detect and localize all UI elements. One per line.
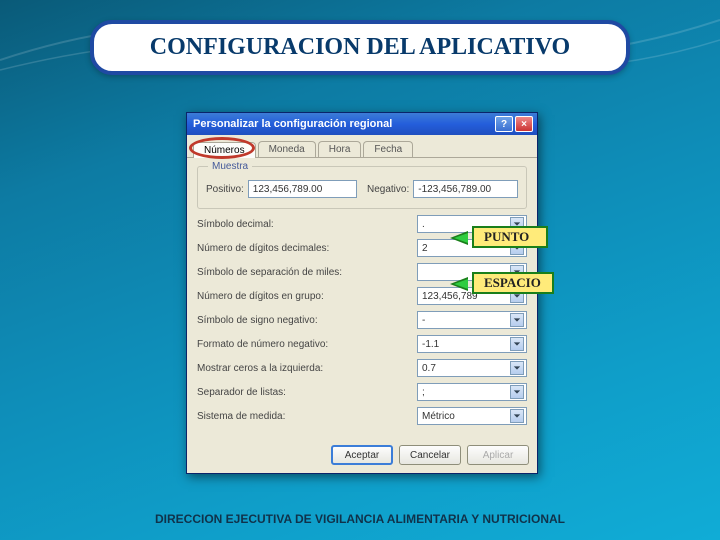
measure-system-label: Sistema de medida: (197, 411, 411, 422)
tab-pane-numeros: Muestra Positivo: 123,456,789.00 Negativ… (187, 158, 537, 437)
dialog-title-text: Personalizar la configuración regional (193, 118, 392, 130)
thousands-sep-label: Símbolo de separación de miles: (197, 267, 411, 278)
close-button[interactable]: × (515, 116, 533, 132)
tab-hora[interactable]: Hora (318, 141, 362, 157)
chevron-down-icon (510, 385, 524, 399)
arrow-icon (450, 277, 468, 291)
sample-positive-value: 123,456,789.00 (248, 180, 357, 198)
decimal-symbol-value: . (422, 219, 425, 230)
arrow-icon (450, 231, 468, 245)
slide-footer: DIRECCION EJECUTIVA DE VIGILANCIA ALIMEN… (0, 512, 720, 526)
tab-strip: Números Moneda Hora Fecha (187, 135, 537, 158)
callout-espacio: ESPACIO (472, 272, 554, 294)
measure-system-combo[interactable]: Métrico (417, 407, 527, 425)
neg-sign-label: Símbolo de signo negativo: (197, 315, 411, 326)
help-button[interactable]: ? (495, 116, 513, 132)
neg-format-label: Formato de número negativo: (197, 339, 411, 350)
chevron-down-icon (510, 313, 524, 327)
list-sep-value: ; (422, 387, 425, 398)
decimal-symbol-label: Símbolo decimal: (197, 219, 411, 230)
measure-system-value: Métrico (422, 411, 455, 422)
leading-zeros-label: Mostrar ceros a la izquierda: (197, 363, 411, 374)
tab-numeros[interactable]: Números (193, 142, 256, 158)
neg-format-combo[interactable]: -1.1 (417, 335, 527, 353)
list-sep-combo[interactable]: ; (417, 383, 527, 401)
slide-title: CONFIGURACION DEL APLICATIVO (90, 20, 630, 75)
chevron-down-icon (510, 337, 524, 351)
dialog-button-row: Aceptar Cancelar Aplicar (331, 445, 529, 465)
sample-positive-label: Positivo: (206, 184, 244, 195)
decimal-digits-label: Número de dígitos decimales: (197, 243, 411, 254)
sample-group: Muestra Positivo: 123,456,789.00 Negativ… (197, 166, 527, 209)
digit-grouping-label: Número de dígitos en grupo: (197, 291, 411, 302)
chevron-down-icon (510, 409, 524, 423)
neg-format-value: -1.1 (422, 339, 439, 350)
list-sep-label: Separador de listas: (197, 387, 411, 398)
cancel-button[interactable]: Cancelar (399, 445, 461, 465)
tab-moneda[interactable]: Moneda (258, 141, 316, 157)
sample-negative-value: -123,456,789.00 (413, 180, 518, 198)
chevron-down-icon (510, 361, 524, 375)
sample-negative-label: Negativo: (367, 184, 409, 195)
neg-sign-value: - (422, 315, 425, 326)
sample-group-label: Muestra (208, 161, 252, 172)
tab-fecha[interactable]: Fecha (363, 141, 413, 157)
neg-sign-combo[interactable]: - (417, 311, 527, 329)
leading-zeros-combo[interactable]: 0.7 (417, 359, 527, 377)
dialog-titlebar[interactable]: Personalizar la configuración regional ?… (187, 113, 537, 135)
callout-punto: PUNTO (472, 226, 548, 248)
digit-grouping-value: 123,456,789 (422, 291, 478, 302)
decimal-digits-value: 2 (422, 243, 428, 254)
accept-button[interactable]: Aceptar (331, 445, 393, 465)
apply-button[interactable]: Aplicar (467, 445, 529, 465)
leading-zeros-value: 0.7 (422, 363, 436, 374)
